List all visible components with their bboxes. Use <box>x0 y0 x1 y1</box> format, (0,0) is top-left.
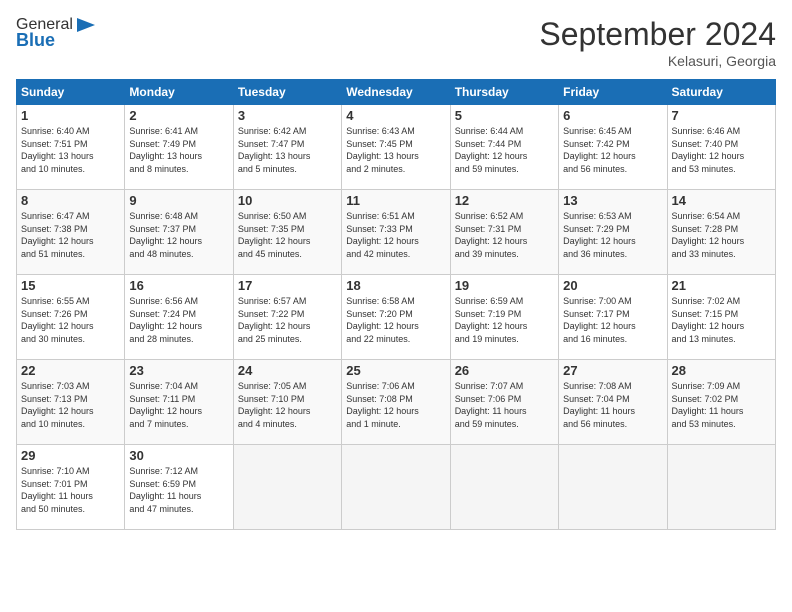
day-5: 5Sunrise: 6:44 AM Sunset: 7:44 PM Daylig… <box>450 105 558 190</box>
day-8: 8Sunrise: 6:47 AM Sunset: 7:38 PM Daylig… <box>17 190 125 275</box>
day-18: 18Sunrise: 6:58 AM Sunset: 7:20 PM Dayli… <box>342 275 450 360</box>
col-sunday: Sunday <box>17 80 125 105</box>
day-9: 9Sunrise: 6:48 AM Sunset: 7:37 PM Daylig… <box>125 190 233 275</box>
day-14: 14Sunrise: 6:54 AM Sunset: 7:28 PM Dayli… <box>667 190 775 275</box>
col-monday: Monday <box>125 80 233 105</box>
day-3: 3Sunrise: 6:42 AM Sunset: 7:47 PM Daylig… <box>233 105 341 190</box>
day-2: 2Sunrise: 6:41 AM Sunset: 7:49 PM Daylig… <box>125 105 233 190</box>
title-block: September 2024 Kelasuri, Georgia <box>539 16 776 69</box>
month-title: September 2024 <box>539 16 776 53</box>
day-22: 22Sunrise: 7:03 AM Sunset: 7:13 PM Dayli… <box>17 360 125 445</box>
day-30: 30Sunrise: 7:12 AM Sunset: 6:59 PM Dayli… <box>125 445 233 530</box>
day-29: 29Sunrise: 7:10 AM Sunset: 7:01 PM Dayli… <box>17 445 125 530</box>
day-10: 10Sunrise: 6:50 AM Sunset: 7:35 PM Dayli… <box>233 190 341 275</box>
day-21: 21Sunrise: 7:02 AM Sunset: 7:15 PM Dayli… <box>667 275 775 360</box>
day-empty <box>667 445 775 530</box>
calendar-week-4: 22Sunrise: 7:03 AM Sunset: 7:13 PM Dayli… <box>17 360 776 445</box>
calendar-week-1: 1Sunrise: 6:40 AM Sunset: 7:51 PM Daylig… <box>17 105 776 190</box>
day-17: 17Sunrise: 6:57 AM Sunset: 7:22 PM Dayli… <box>233 275 341 360</box>
day-4: 4Sunrise: 6:43 AM Sunset: 7:45 PM Daylig… <box>342 105 450 190</box>
col-thursday: Thursday <box>450 80 558 105</box>
logo: General Blue <box>16 16 99 51</box>
logo-blue-text: Blue <box>16 30 55 51</box>
day-26: 26Sunrise: 7:07 AM Sunset: 7:06 PM Dayli… <box>450 360 558 445</box>
day-27: 27Sunrise: 7:08 AM Sunset: 7:04 PM Dayli… <box>559 360 667 445</box>
day-empty <box>450 445 558 530</box>
col-friday: Friday <box>559 80 667 105</box>
day-6: 6Sunrise: 6:45 AM Sunset: 7:42 PM Daylig… <box>559 105 667 190</box>
day-24: 24Sunrise: 7:05 AM Sunset: 7:10 PM Dayli… <box>233 360 341 445</box>
calendar-week-3: 15Sunrise: 6:55 AM Sunset: 7:26 PM Dayli… <box>17 275 776 360</box>
day-7: 7Sunrise: 6:46 AM Sunset: 7:40 PM Daylig… <box>667 105 775 190</box>
col-wednesday: Wednesday <box>342 80 450 105</box>
calendar-header-row: Sunday Monday Tuesday Wednesday Thursday… <box>17 80 776 105</box>
day-1: 1Sunrise: 6:40 AM Sunset: 7:51 PM Daylig… <box>17 105 125 190</box>
day-23: 23Sunrise: 7:04 AM Sunset: 7:11 PM Dayli… <box>125 360 233 445</box>
page: General Blue September 2024 Kelasuri, Ge… <box>0 0 792 612</box>
day-28: 28Sunrise: 7:09 AM Sunset: 7:02 PM Dayli… <box>667 360 775 445</box>
calendar: Sunday Monday Tuesday Wednesday Thursday… <box>16 79 776 530</box>
day-empty <box>559 445 667 530</box>
calendar-week-5: 29Sunrise: 7:10 AM Sunset: 7:01 PM Dayli… <box>17 445 776 530</box>
logo-icon <box>75 16 97 34</box>
day-12: 12Sunrise: 6:52 AM Sunset: 7:31 PM Dayli… <box>450 190 558 275</box>
day-20: 20Sunrise: 7:00 AM Sunset: 7:17 PM Dayli… <box>559 275 667 360</box>
day-25: 25Sunrise: 7:06 AM Sunset: 7:08 PM Dayli… <box>342 360 450 445</box>
col-tuesday: Tuesday <box>233 80 341 105</box>
day-11: 11Sunrise: 6:51 AM Sunset: 7:33 PM Dayli… <box>342 190 450 275</box>
day-empty <box>233 445 341 530</box>
day-16: 16Sunrise: 6:56 AM Sunset: 7:24 PM Dayli… <box>125 275 233 360</box>
day-empty <box>342 445 450 530</box>
col-saturday: Saturday <box>667 80 775 105</box>
day-13: 13Sunrise: 6:53 AM Sunset: 7:29 PM Dayli… <box>559 190 667 275</box>
calendar-week-2: 8Sunrise: 6:47 AM Sunset: 7:38 PM Daylig… <box>17 190 776 275</box>
location: Kelasuri, Georgia <box>539 53 776 69</box>
header: General Blue September 2024 Kelasuri, Ge… <box>16 16 776 69</box>
day-15: 15Sunrise: 6:55 AM Sunset: 7:26 PM Dayli… <box>17 275 125 360</box>
day-19: 19Sunrise: 6:59 AM Sunset: 7:19 PM Dayli… <box>450 275 558 360</box>
